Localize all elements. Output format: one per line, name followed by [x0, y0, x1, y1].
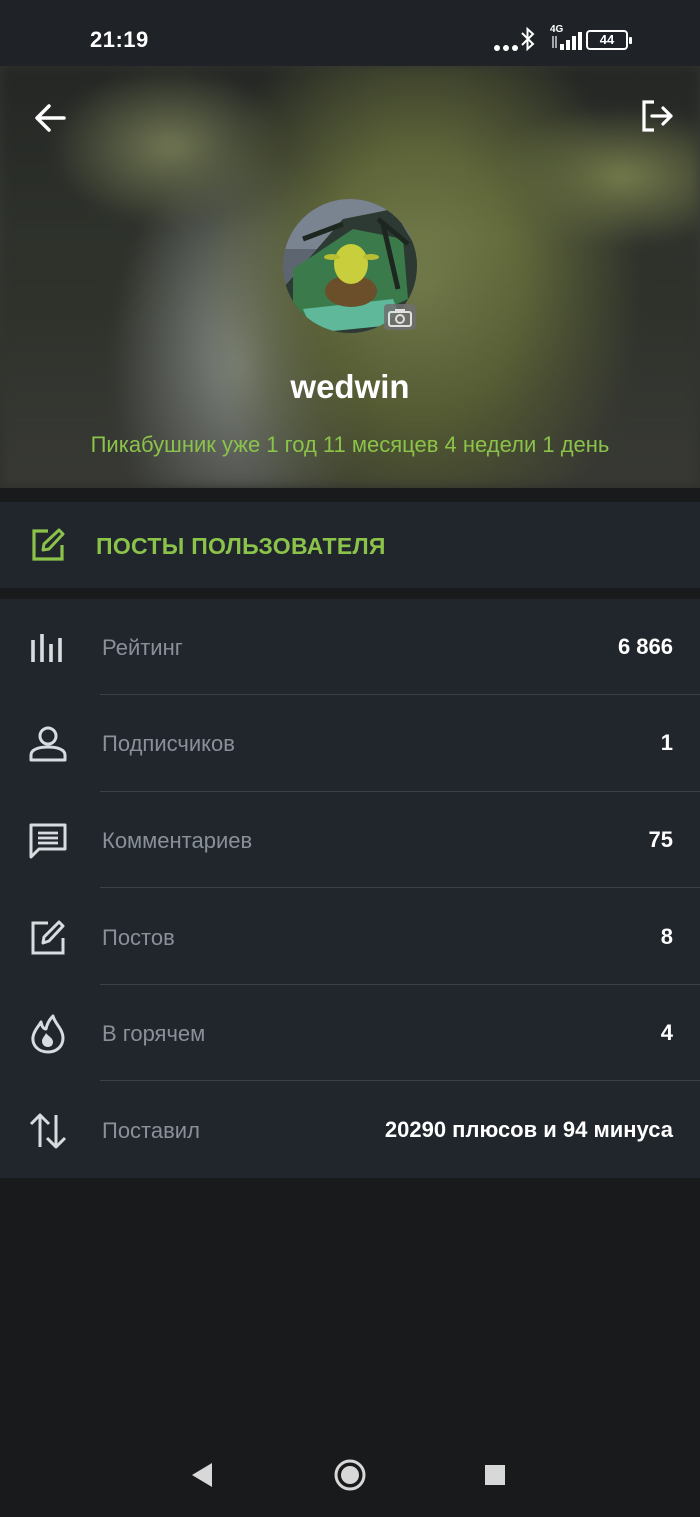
stat-row-hot: В горячем 4	[0, 985, 700, 1081]
stat-label: Подписчиков	[102, 731, 235, 756]
stat-value: 20290 плюсов и 94 минуса	[384, 1117, 673, 1142]
battery-icon: 44	[586, 30, 632, 50]
back-button[interactable]	[30, 98, 70, 138]
camera-icon[interactable]	[384, 304, 416, 330]
user-posts-label: ПОСТЫ ПОЛЬЗОВАТЕЛЯ	[96, 533, 386, 559]
status-time: 21:19	[90, 27, 149, 52]
logout-icon	[642, 100, 673, 132]
nav-home-icon[interactable]	[333, 1458, 367, 1492]
logout-button[interactable]	[638, 96, 678, 136]
stat-label: Рейтинг	[102, 635, 183, 660]
stat-label: Комментариев	[102, 828, 253, 853]
divider	[100, 887, 700, 888]
edit-icon	[32, 528, 65, 561]
nav-back-icon[interactable]	[190, 1462, 214, 1488]
stat-value: 8	[660, 924, 673, 949]
stat-label: Поставил	[102, 1118, 200, 1143]
comment-icon	[29, 823, 67, 859]
arrow-left-icon	[35, 104, 66, 132]
sort-arrows-icon	[29, 1113, 67, 1149]
edit-icon	[31, 920, 65, 955]
divider	[100, 1080, 700, 1081]
signal-icon	[552, 32, 582, 50]
battery-level: 44	[599, 32, 615, 47]
fire-icon	[31, 1014, 65, 1054]
person-icon	[29, 726, 67, 762]
profile-header: wedwin Пикабушник уже 1 год 11 месяцев 4…	[0, 66, 700, 488]
more-dots-icon	[494, 38, 521, 56]
stat-value: 6 866	[617, 634, 673, 659]
stat-value: 75	[648, 827, 673, 852]
bluetooth-icon	[521, 26, 535, 52]
navigation-bar	[0, 1430, 700, 1517]
stat-row-votes: Поставил 20290 плюсов и 94 минуса	[0, 1082, 700, 1178]
nav-recents-icon[interactable]	[484, 1464, 506, 1486]
status-bar: 21:19 4G 44	[0, 0, 700, 66]
stat-label: Постов	[102, 925, 175, 950]
stat-row-comments: Комментариев 75	[0, 792, 700, 888]
bar-chart-icon	[31, 634, 62, 662]
username: wedwin	[290, 368, 410, 405]
stat-label: В горячем	[102, 1021, 206, 1046]
stat-row-rating: Рейтинг 6 866	[0, 599, 700, 695]
stats-list: Рейтинг 6 866 Подписчиков 1 Комментариев…	[0, 599, 700, 1178]
member-since-text: Пикабушник уже 1 год 11 месяцев 4 недели…	[90, 432, 610, 457]
stat-value: 4	[660, 1020, 673, 1045]
stat-row-subscribers: Подписчиков 1	[0, 695, 700, 791]
stat-value: 1	[660, 730, 673, 755]
user-posts-button[interactable]: ПОСТЫ ПОЛЬЗОВАТЕЛЯ	[0, 502, 700, 588]
stat-row-posts: Постов 8	[0, 889, 700, 985]
